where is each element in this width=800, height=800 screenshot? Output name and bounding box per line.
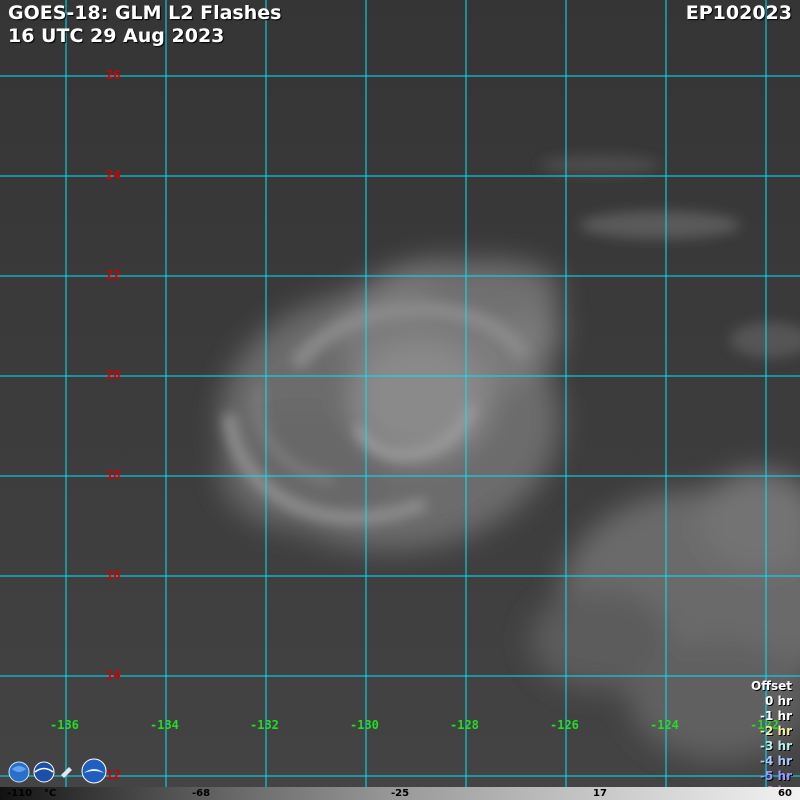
latitude-label: 24 bbox=[106, 168, 121, 182]
latitude-label: 26 bbox=[106, 68, 121, 82]
satellite-image-viewer: GOES-18: GLM L2 Flashes 16 UTC 29 Aug 20… bbox=[0, 0, 800, 800]
longitude-label: -134 bbox=[150, 718, 179, 732]
longitude-label: -128 bbox=[450, 718, 479, 732]
latitude-label: 18 bbox=[106, 468, 121, 482]
colorbar-tick: -25 bbox=[391, 788, 410, 799]
longitude-label: -126 bbox=[550, 718, 579, 732]
longitude-label: -132 bbox=[250, 718, 279, 732]
legend-item: -5 hr bbox=[760, 769, 792, 783]
colorbar-tick: -68 bbox=[192, 788, 211, 799]
longitude-label: -136 bbox=[50, 718, 79, 732]
latitude-label: 22 bbox=[106, 268, 121, 282]
legend-title: Offset bbox=[751, 679, 792, 693]
colorbar-tick-min: -110 bbox=[7, 788, 33, 799]
latitude-label: 12 bbox=[106, 768, 121, 782]
legend-item: -3 hr bbox=[760, 739, 792, 753]
storm-id: EP102023 bbox=[685, 2, 792, 24]
agency-logos bbox=[8, 758, 107, 784]
product-title: GOES-18: GLM L2 Flashes bbox=[8, 2, 282, 24]
latitude-label: 16 bbox=[106, 568, 121, 582]
legend-item: -1 hr bbox=[760, 709, 792, 723]
legend-item: -4 hr bbox=[760, 754, 792, 768]
latitude-label: 20 bbox=[106, 368, 121, 382]
satellite-icon bbox=[61, 767, 72, 778]
latitude-label: 14 bbox=[106, 668, 121, 682]
colorbar-unit: °C bbox=[44, 788, 57, 799]
time-offset-legend: Offset 0 hr-1 hr-2 hr-3 hr-4 hr-5 hr-6 h… bbox=[751, 679, 792, 799]
longitude-label: -124 bbox=[650, 718, 679, 732]
colorbar-tick-max: 60 bbox=[778, 788, 792, 799]
legend-item: 0 hr bbox=[765, 694, 792, 708]
longitude-label: -130 bbox=[350, 718, 379, 732]
colorbar-tick: 17 bbox=[593, 788, 607, 799]
legend-item: -2 hr bbox=[760, 724, 792, 738]
valid-time: 16 UTC 29 Aug 2023 bbox=[8, 25, 225, 47]
noaa-logo-icon bbox=[33, 761, 55, 783]
